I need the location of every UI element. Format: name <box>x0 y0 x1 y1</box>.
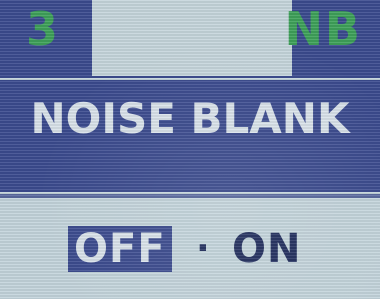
lcd-screen: 3 NB NOISE BLANK OFF · ON <box>0 0 380 299</box>
header-highlight-block <box>92 0 292 76</box>
option-on[interactable]: ON <box>232 226 301 272</box>
mode-code-label: NB <box>284 2 362 56</box>
option-off-selected[interactable]: OFF <box>68 226 172 272</box>
options-area <box>0 198 380 299</box>
option-separator: · <box>196 228 210 269</box>
menu-title: NOISE BLANK <box>30 94 350 143</box>
channel-number: 3 <box>26 2 60 56</box>
